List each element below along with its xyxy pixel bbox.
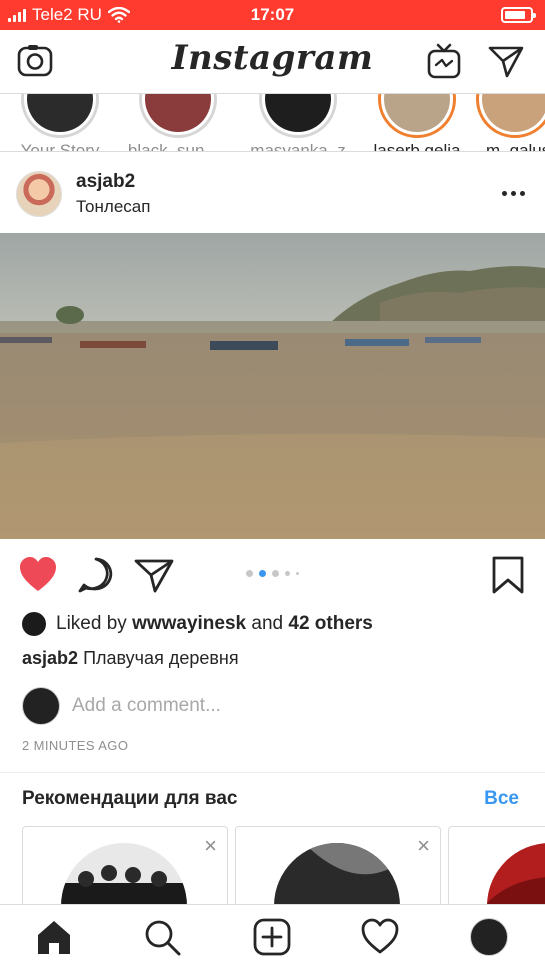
liker-username[interactable]: wwwayinesk (132, 613, 246, 635)
search-icon[interactable] (142, 917, 182, 957)
carousel-dot (272, 570, 279, 577)
activity-icon[interactable] (360, 917, 400, 957)
post-location[interactable]: Тонлесап (76, 197, 150, 217)
story-item[interactable]: masyanka_z (238, 94, 358, 152)
carousel-indicator (0, 570, 545, 577)
post-timestamp: 2 MINUTES AGO (22, 738, 129, 753)
igtv-icon[interactable] (425, 42, 463, 80)
story-avatar (27, 94, 93, 132)
status-time: 17:07 (250, 5, 295, 24)
story-name: masyanka_z (250, 141, 346, 152)
stories-tray: Your Story black_sun_... masyanka_z lase… (0, 94, 545, 152)
recommendation-card[interactable]: × (235, 826, 441, 916)
post-photo[interactable] (0, 233, 545, 539)
story-avatar (145, 94, 211, 132)
story-name: Your Story (20, 141, 100, 152)
caption-text: Плавучая деревня (83, 648, 239, 668)
story-item[interactable]: m_galus (470, 94, 545, 152)
recommendation-card[interactable]: × (22, 826, 228, 916)
dismiss-icon[interactable]: × (204, 835, 217, 857)
home-icon[interactable] (34, 917, 74, 957)
likes-others[interactable]: 42 others (288, 613, 372, 635)
recommendations-title: Рекомендации для вас (22, 788, 238, 809)
my-avatar (22, 687, 60, 725)
story-avatar (482, 94, 545, 132)
direct-icon[interactable] (487, 42, 525, 80)
battery-icon (501, 7, 536, 23)
recommendation-card[interactable] (448, 826, 545, 916)
carousel-dot (246, 570, 253, 577)
comment-input[interactable] (72, 692, 492, 720)
camera-icon[interactable] (16, 42, 54, 80)
profile-icon[interactable] (470, 918, 508, 956)
likes-row[interactable]: Liked by wwwayinesk and 42 others (22, 611, 373, 637)
post-actions (0, 539, 545, 609)
post-image (0, 233, 545, 539)
story-avatar (265, 94, 331, 132)
story-name: black_sun_... (127, 141, 229, 152)
post-username[interactable]: asjab2 (76, 171, 135, 193)
story-avatar (384, 94, 450, 132)
story-item[interactable]: black_sun_... (118, 94, 238, 152)
story-name: laserb.gelia (373, 141, 461, 152)
caption-username[interactable]: asjab2 (22, 648, 78, 668)
post-avatar[interactable] (16, 171, 62, 217)
story-item[interactable]: laserb.gelia (357, 94, 477, 152)
post-header: asjab2 Тонлесап (0, 153, 545, 233)
add-comment-row (22, 686, 522, 726)
story-item[interactable]: Your Story (0, 94, 120, 152)
see-all-link[interactable]: Все (484, 788, 519, 810)
instagram-logo: Instagram (171, 38, 374, 78)
more-options-icon[interactable] (499, 181, 527, 205)
carousel-dot (285, 571, 290, 576)
liker-avatar (22, 612, 46, 636)
likes-connector: and (251, 613, 284, 634)
app-header: Instagram (0, 30, 545, 94)
likes-prefix: Liked by (56, 613, 127, 634)
divider (0, 772, 545, 773)
bottom-tab-bar (0, 904, 545, 969)
bookmark-icon[interactable] (488, 555, 528, 595)
status-bar: Tele2 RU 17:07 (0, 0, 545, 30)
post-caption: asjab2 Плавучая деревня (22, 648, 239, 669)
carousel-dot (296, 572, 299, 575)
dismiss-icon[interactable]: × (417, 835, 430, 857)
new-post-icon[interactable] (252, 917, 292, 957)
carousel-dot-active (259, 570, 266, 577)
story-name: m_galus (486, 141, 545, 152)
